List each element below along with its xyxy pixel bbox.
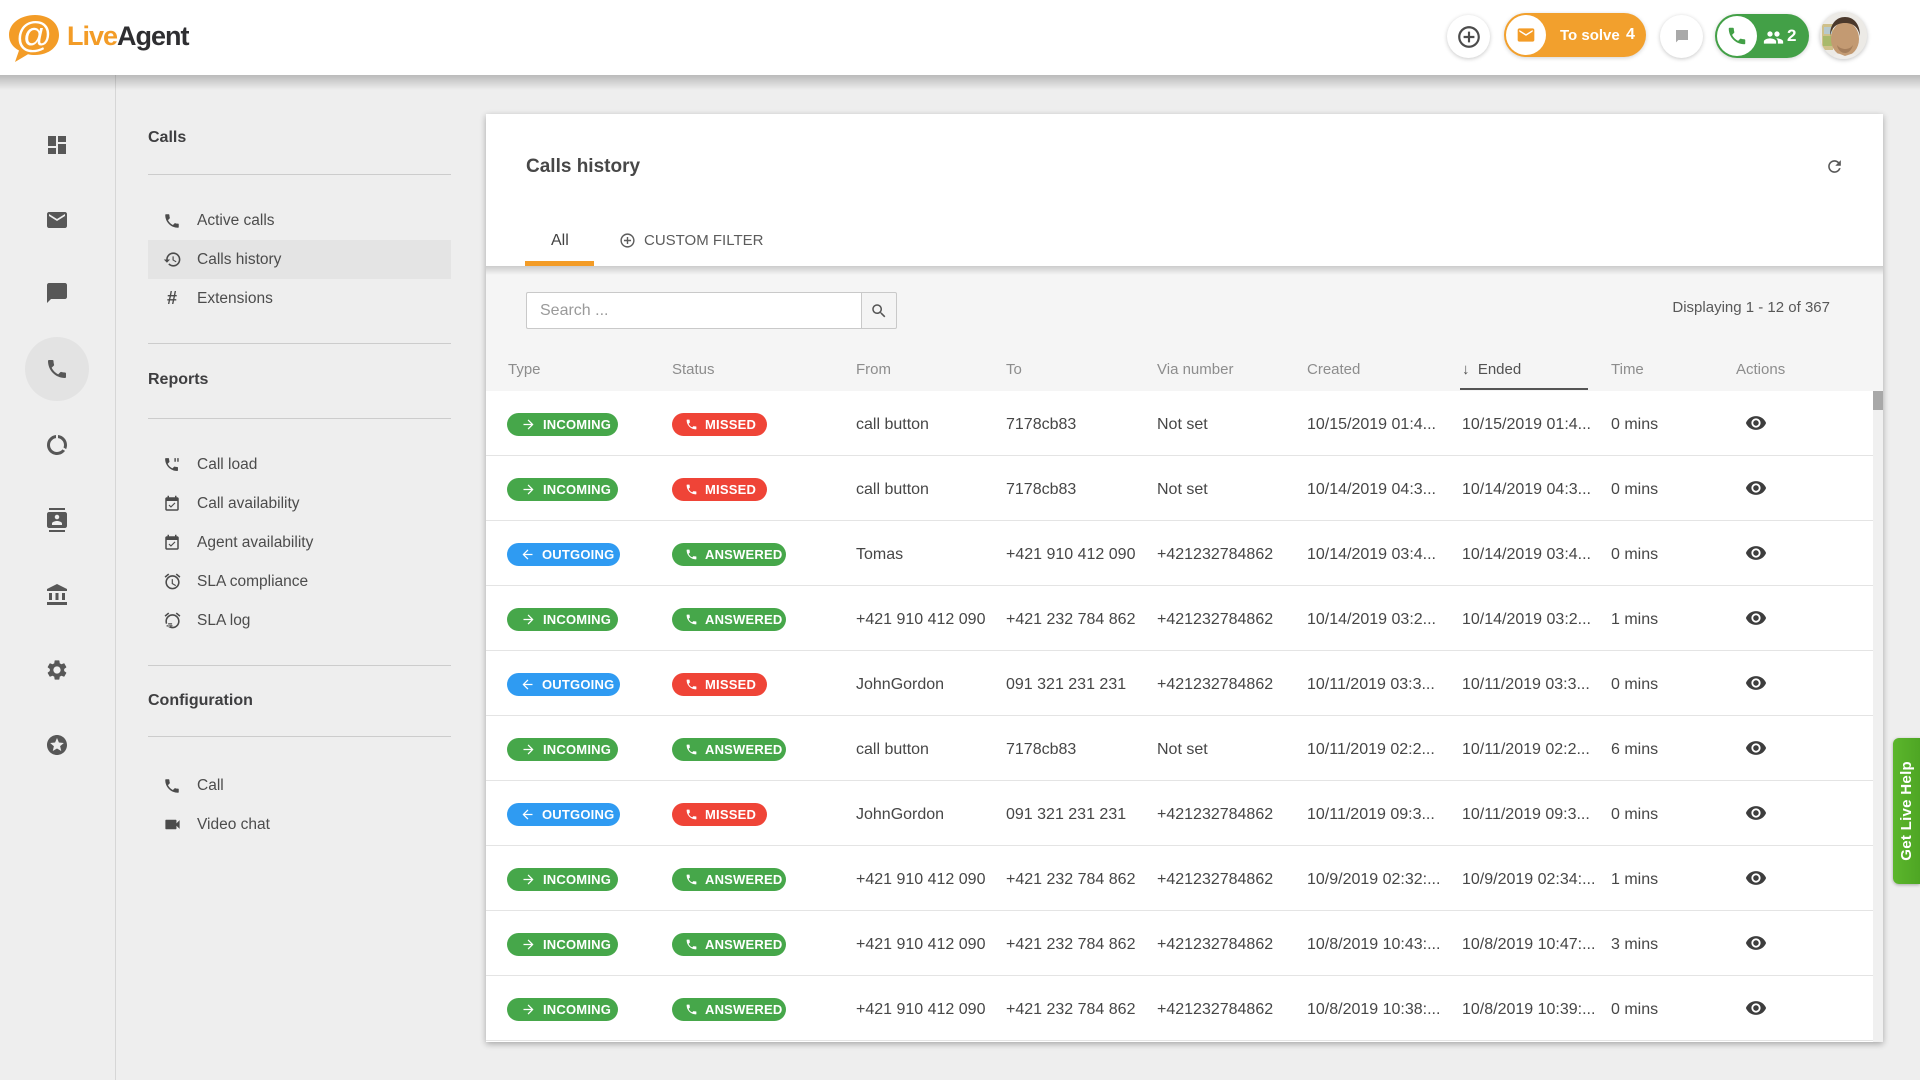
svg-text:@: @ (16, 15, 53, 55)
